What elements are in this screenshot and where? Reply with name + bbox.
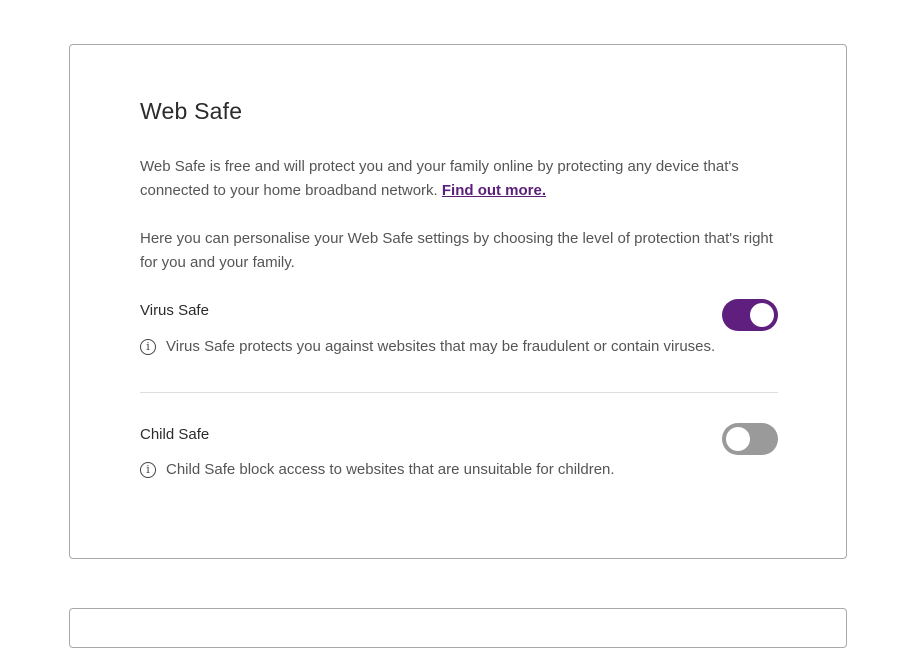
info-icon: i: [140, 461, 156, 478]
virus-safe-info: i Virus Safe protects you against websit…: [140, 338, 715, 355]
toggle-knob: [750, 303, 774, 327]
intro-text: Web Safe is free and will protect you an…: [140, 158, 739, 199]
page-title: Web Safe: [140, 98, 243, 124]
virus-safe-label: Virus Safe: [140, 302, 209, 319]
next-card: [69, 608, 847, 648]
child-safe-info: i Child Safe block access to websites th…: [140, 461, 615, 478]
find-out-more-link[interactable]: Find out more.: [442, 182, 546, 199]
child-safe-description: Child Safe block access to websites that…: [166, 461, 615, 478]
child-safe-label: Child Safe: [140, 426, 210, 443]
child-safe-toggle[interactable]: [722, 423, 778, 455]
virus-safe-toggle[interactable]: [722, 299, 778, 331]
divider: [140, 392, 778, 393]
info-icon: i: [140, 338, 156, 355]
intro-paragraph: Web Safe is free and will protect you an…: [140, 155, 790, 203]
web-safe-card: Web Safe Web Safe is free and will prote…: [69, 44, 847, 559]
virus-safe-description: Virus Safe protects you against websites…: [166, 338, 716, 355]
toggle-knob: [726, 427, 750, 451]
personalise-paragraph: Here you can personalise your Web Safe s…: [140, 230, 773, 271]
